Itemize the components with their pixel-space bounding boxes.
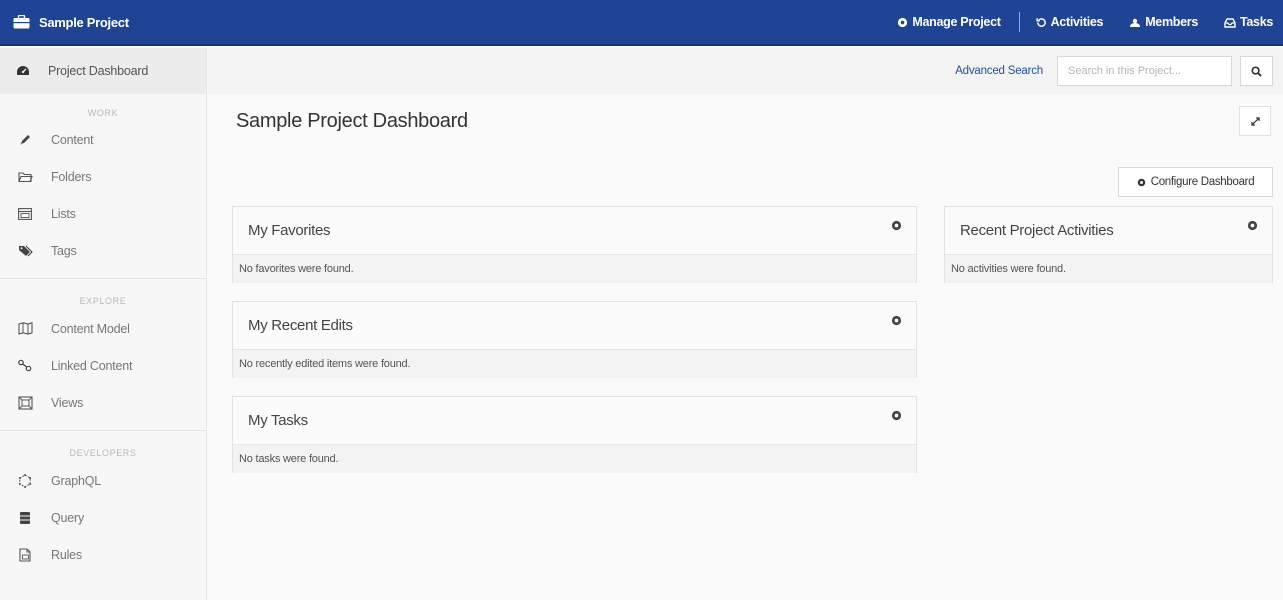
panel-header: Recent Project Activities bbox=[945, 207, 1272, 255]
rules-icon bbox=[17, 547, 33, 563]
gear-icon[interactable] bbox=[888, 312, 904, 328]
panel-empty-message: No activities were found. bbox=[945, 255, 1272, 283]
project-name: Sample Project bbox=[39, 14, 129, 30]
sidebar-item-label: Linked Content bbox=[51, 358, 133, 373]
link-nodes-icon bbox=[17, 358, 33, 374]
configure-dashboard-button[interactable]: Configure Dashboard bbox=[1118, 167, 1273, 197]
configure-dashboard-label: Configure Dashboard bbox=[1150, 176, 1255, 188]
search-button[interactable] bbox=[1240, 56, 1273, 86]
brand[interactable]: Sample Project bbox=[13, 15, 129, 30]
sidebar: Project Dashboard WORK Content Folders L… bbox=[0, 48, 207, 600]
panel-title: Recent Project Activities bbox=[960, 222, 1114, 239]
activities-label: Activities bbox=[1050, 15, 1104, 29]
sidebar-item-views[interactable]: Views bbox=[0, 384, 206, 421]
sidebar-item-label: Project Dashboard bbox=[48, 64, 149, 78]
panel-my-favorites: My Favorites No favorites were found. bbox=[232, 206, 917, 283]
sidebar-heading-developers: DEVELOPERS bbox=[69, 448, 137, 458]
sidebar-item-lists[interactable]: Lists bbox=[0, 195, 206, 232]
panel-empty-message: No tasks were found. bbox=[233, 445, 916, 473]
nav-divider bbox=[1018, 12, 1020, 32]
pencil-icon bbox=[17, 132, 33, 148]
gear-icon bbox=[1137, 178, 1146, 187]
tags-icon bbox=[17, 243, 33, 259]
tasks-link[interactable]: Tasks bbox=[1224, 15, 1273, 29]
sidebar-item-label: Content bbox=[51, 132, 94, 147]
search-input[interactable] bbox=[1057, 56, 1232, 86]
panel-title: My Favorites bbox=[248, 222, 331, 239]
panel-my-tasks: My Tasks No tasks were found. bbox=[232, 396, 917, 473]
page-title: Sample Project Dashboard bbox=[236, 110, 468, 132]
views-icon bbox=[17, 395, 33, 411]
sidebar-item-folders[interactable]: Folders bbox=[0, 158, 206, 195]
gear-icon bbox=[897, 17, 908, 28]
sidebar-item-label: Tags bbox=[51, 243, 77, 258]
sidebar-item-query[interactable]: Query bbox=[0, 499, 206, 536]
members-label: Members bbox=[1145, 15, 1198, 29]
top-navbar: Sample Project Manage Project Activities… bbox=[0, 0, 1283, 46]
sidebar-item-label: Query bbox=[51, 510, 85, 525]
briefcase-icon bbox=[13, 15, 31, 29]
panel-header: My Tasks bbox=[233, 397, 916, 445]
folder-icon bbox=[17, 169, 33, 185]
refresh-icon bbox=[1036, 17, 1047, 28]
activities-link[interactable]: Activities bbox=[1036, 15, 1104, 29]
sidebar-item-rules[interactable]: Rules bbox=[0, 536, 206, 573]
panel-my-recent-edits: My Recent Edits No recently edited items… bbox=[232, 301, 917, 378]
expand-icon bbox=[1250, 116, 1260, 126]
advanced-search-link[interactable]: Advanced Search bbox=[955, 65, 1043, 77]
manage-project-link[interactable]: Manage Project bbox=[897, 15, 1001, 29]
graphql-icon bbox=[17, 473, 33, 489]
sidebar-item-content-model[interactable]: Content Model bbox=[0, 310, 206, 347]
panel-header: My Favorites bbox=[233, 207, 916, 255]
sidebar-item-label: Rules bbox=[51, 547, 82, 562]
members-icon bbox=[1129, 17, 1141, 28]
sidebar-heading-work: WORK bbox=[87, 108, 119, 118]
panel-recent-project-activities: Recent Project Activities No activities … bbox=[944, 206, 1273, 283]
sidebar-divider bbox=[0, 430, 206, 431]
sidebar-item-label: Views bbox=[51, 395, 84, 410]
sidebar-item-label: Folders bbox=[51, 169, 92, 184]
sidebar-divider bbox=[0, 278, 206, 279]
tasks-label: Tasks bbox=[1239, 15, 1273, 29]
sidebar-item-tags[interactable]: Tags bbox=[0, 232, 206, 269]
panel-empty-message: No favorites were found. bbox=[233, 255, 916, 283]
manage-project-label: Manage Project bbox=[912, 15, 1001, 29]
dashboard-icon bbox=[16, 65, 30, 77]
map-icon bbox=[17, 321, 33, 337]
gear-icon[interactable] bbox=[1244, 217, 1260, 233]
sidebar-heading-explore: EXPLORE bbox=[79, 296, 127, 306]
list-icon bbox=[17, 206, 33, 222]
inbox-icon bbox=[1224, 17, 1236, 28]
sidebar-item-label: GraphQL bbox=[51, 473, 102, 488]
expand-button[interactable] bbox=[1239, 106, 1271, 136]
sidebar-item-graphql[interactable]: GraphQL bbox=[0, 462, 206, 499]
panel-title: My Tasks bbox=[248, 412, 308, 429]
top-nav-links: Manage Project Activities Members Tasks bbox=[897, 0, 1283, 44]
sidebar-item-project-dashboard[interactable]: Project Dashboard bbox=[0, 48, 206, 94]
gear-icon[interactable] bbox=[888, 407, 904, 423]
sidebar-item-label: Lists bbox=[51, 206, 76, 221]
sidebar-item-linked-content[interactable]: Linked Content bbox=[0, 347, 206, 384]
panel-title: My Recent Edits bbox=[248, 317, 353, 334]
gear-icon[interactable] bbox=[888, 217, 904, 233]
search-bar: Advanced Search bbox=[208, 48, 1283, 94]
panel-empty-message: No recently edited items were found. bbox=[233, 350, 916, 378]
search-icon bbox=[1251, 65, 1262, 77]
sidebar-item-label: Content Model bbox=[51, 321, 130, 336]
sidebar-item-content[interactable]: Content bbox=[0, 121, 206, 158]
panel-header: My Recent Edits bbox=[233, 302, 916, 350]
database-icon bbox=[17, 510, 33, 526]
members-link[interactable]: Members bbox=[1129, 15, 1198, 29]
